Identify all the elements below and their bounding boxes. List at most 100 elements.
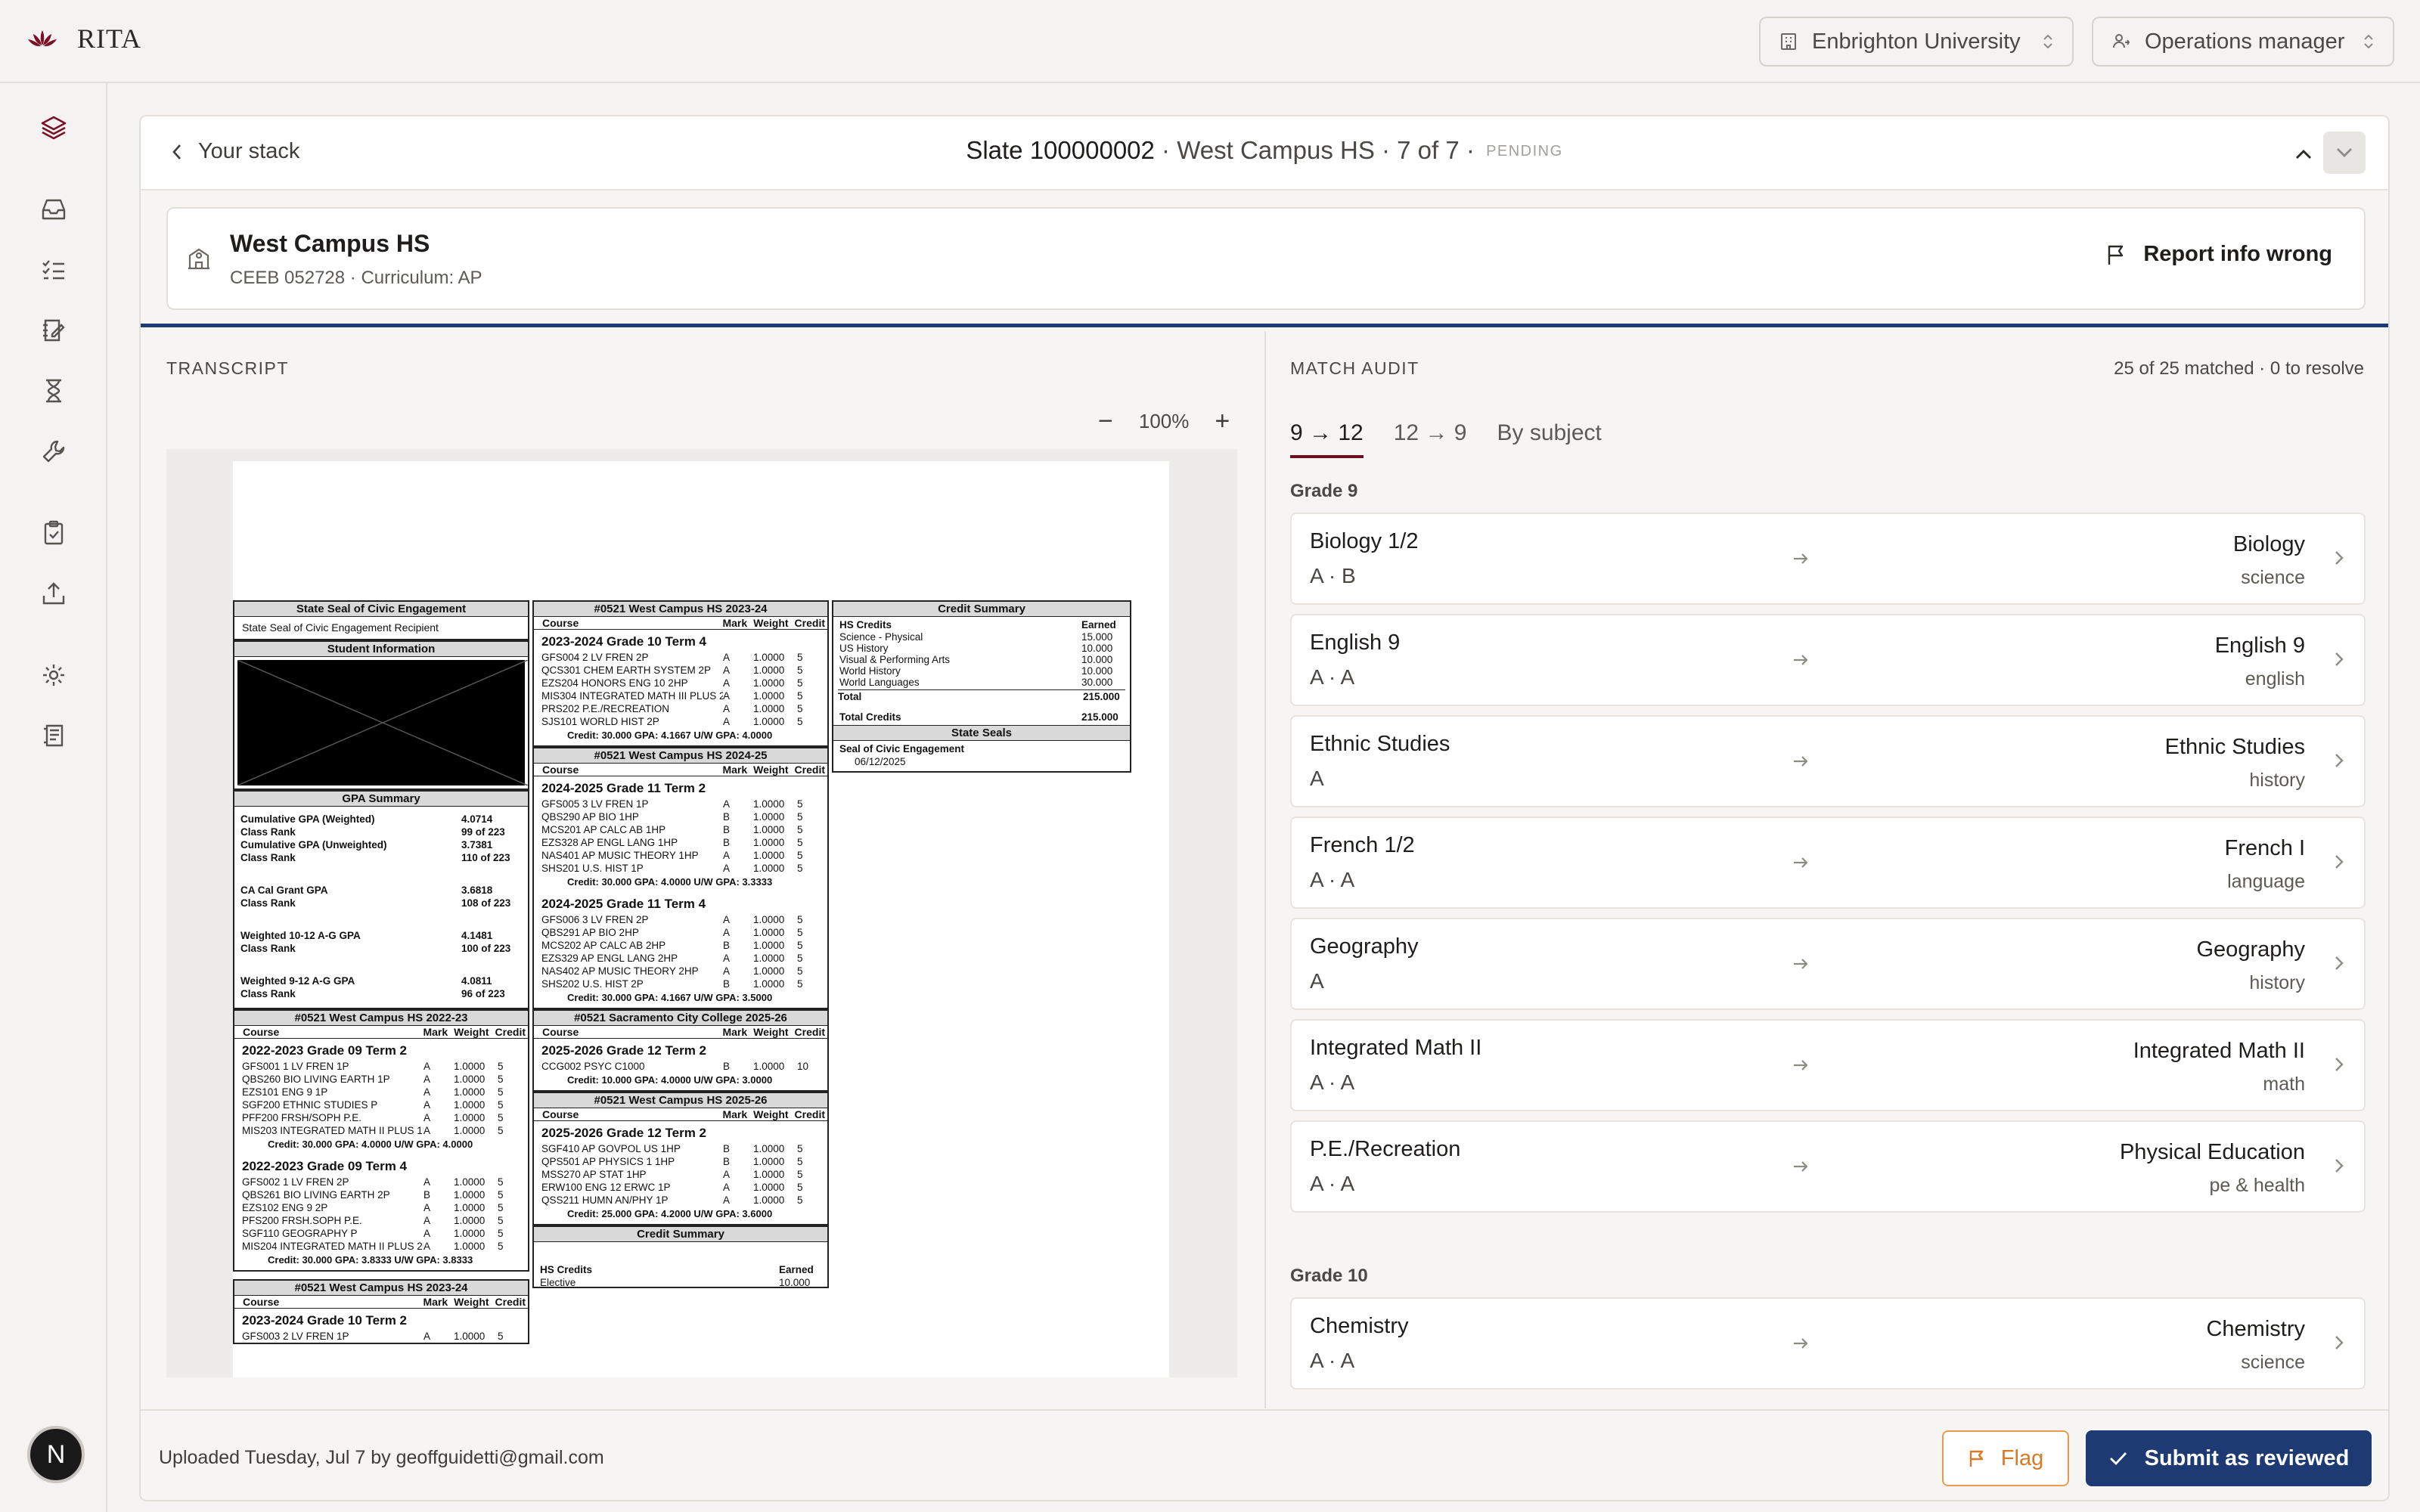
tab-12-to-9[interactable]: 12 → 9	[1394, 420, 1467, 458]
settings-gear-icon[interactable]	[38, 659, 70, 691]
gpa-summary-block: GPA Summary Cumulative GPA (Weighted) 4.0…	[233, 790, 529, 1009]
section-divider	[141, 324, 2388, 327]
transcript-course: English 9	[1310, 631, 1401, 655]
course-credit: 5	[498, 1176, 504, 1188]
submit-as-reviewed-button[interactable]: Submit as reviewed	[2086, 1430, 2372, 1486]
course-mark: B	[723, 940, 731, 951]
term-title: 2022-2023 Grade 09 Term 2	[242, 1043, 407, 1058]
course-row: ERW100 ENG 12 ERWC 1P A 1.0000 5	[534, 1181, 827, 1194]
course-rows: GFS006 3 LV FREN 2P A 1.0000 5 QBS291 AP BIO…	[534, 913, 827, 990]
course-row: SHS202 U.S. HIST 2P B 1.0000 5	[534, 978, 827, 990]
zoom-out-button[interactable]: −	[1098, 407, 1113, 436]
credit-area: World Languages	[839, 677, 920, 688]
course-mark: A	[723, 716, 731, 727]
audit-tabs: 9 → 12 12 → 9 By subject	[1290, 420, 1602, 458]
course-columns-header: Course Mark Weight Credit	[234, 1296, 528, 1309]
earned-label: Earned	[779, 1264, 814, 1275]
checklist-icon[interactable]	[38, 254, 70, 286]
upload-icon[interactable]	[38, 578, 70, 609]
term-block-2025: #0521 West Campus HS 2025-26 Course Mark W…	[532, 1092, 829, 1225]
course-weight: 1.0000	[753, 1194, 785, 1206]
zoom-in-button[interactable]: +	[1215, 407, 1230, 436]
transcript-heading: TRANSCRIPT	[166, 358, 289, 378]
match-row[interactable]: Integrated Math II A · A Integrated Math I…	[1290, 1019, 2366, 1111]
course-credit: 5	[498, 1228, 504, 1239]
course-weight: 1.0000	[753, 978, 785, 990]
course-row: PFF200 FRSH/SOPH P.E. A 1.0000 5	[234, 1111, 528, 1124]
status-badge: PENDING	[1486, 143, 1563, 160]
arrow-right-icon	[1791, 1334, 1810, 1353]
transcript-column-2: #0521 West Campus HS 2023-24 Course Mark W…	[532, 600, 829, 1296]
tab-9-to-12[interactable]: 9 → 12	[1290, 420, 1364, 458]
gpa-label: Weighted 10-12 A-G GPA	[240, 930, 361, 941]
course-credit: 5	[797, 850, 803, 861]
course-name: MSS270 AP STAT 1HP	[541, 1169, 647, 1180]
flag-button[interactable]: Flag	[1942, 1430, 2069, 1486]
gpa-row: Class Rank 108 of 223	[234, 897, 528, 909]
institution-selector[interactable]: Enbrighton University	[1759, 17, 2074, 67]
hs-credits-label: HS Credits	[540, 1264, 593, 1275]
subject-category: science	[2241, 1352, 2305, 1373]
course-weight: 1.0000	[454, 1099, 486, 1111]
slate-review-panel: Your stack Slate 100000002 · West Campus…	[139, 115, 2390, 1501]
school-name: West Campus HS	[230, 230, 430, 257]
credit-summary-block: Credit Summary HS Credits Earned Science …	[832, 600, 1131, 773]
flag-label: Flag	[2000, 1445, 2044, 1470]
tab-by-subject[interactable]: By subject	[1497, 420, 1601, 458]
total-value: 215.000	[1083, 691, 1120, 702]
match-row[interactable]: Biology 1/2 A · B Biology science	[1290, 513, 2366, 605]
match-row[interactable]: English 9 A · A English 9 english	[1290, 614, 2366, 706]
course-name: SJS101 WORLD HIST 2P	[541, 716, 659, 727]
seal-header: State Seal of Civic Engagement	[234, 602, 528, 617]
subject-category: math	[2263, 1074, 2305, 1095]
clipboard-check-icon[interactable]	[38, 517, 70, 549]
gpa-label: Class Rank	[240, 988, 296, 999]
arrow-right-icon	[1791, 1055, 1810, 1075]
course-row: QSS211 HUMN AN/PHY 1P A 1.0000 5	[534, 1194, 827, 1207]
gpa-value: 4.1481	[461, 930, 493, 941]
user-avatar[interactable]: N	[27, 1426, 85, 1483]
course-mark: A	[723, 652, 731, 663]
match-row[interactable]: French 1/2 A · A French I language	[1290, 816, 2366, 909]
course-credit: 5	[797, 1156, 803, 1167]
subject-category: pe & health	[2209, 1175, 2306, 1196]
course-rows: SGF410 AP GOVPOL US 1HP B 1.0000 5 QPS501 AP…	[534, 1142, 827, 1207]
course-row: MCS201 AP CALC AB 1HP B 1.0000 5	[534, 823, 827, 836]
stack-layers-icon[interactable]	[38, 112, 70, 144]
next-slate-button[interactable]	[2323, 132, 2366, 174]
chevron-right-icon	[2334, 650, 2344, 668]
course-row: PRS202 P.E./RECREATION A 1.0000 5	[534, 702, 827, 715]
total-label: Total	[838, 691, 862, 702]
building-icon	[1779, 32, 1798, 51]
match-row[interactable]: Geography A Geography history	[1290, 918, 2366, 1010]
course-columns-header: Course Mark Weight Credit	[234, 1026, 528, 1039]
ledger-book-icon[interactable]	[38, 720, 70, 751]
report-info-wrong-button[interactable]: Report info wrong	[2105, 242, 2332, 267]
term-block-2023: #0521 West Campus HS 2023-24 Course Mark W…	[532, 600, 829, 747]
gpa-value: 96 of 223	[461, 988, 505, 999]
transcript-course: French 1/2	[1310, 833, 1415, 857]
course-row: SGF410 AP GOVPOL US 1HP B 1.0000 5	[534, 1142, 827, 1155]
match-row[interactable]: Ethnic Studies A Ethnic Studies history	[1290, 715, 2366, 807]
course-credit: 5	[797, 914, 803, 925]
course-marks: A	[1310, 767, 1324, 790]
match-row[interactable]: P.E./Recreation A · A Physical Education pe…	[1290, 1120, 2366, 1213]
hourglass-icon[interactable]	[38, 375, 70, 407]
course-row: GFS006 3 LV FREN 2P A 1.0000 5	[534, 913, 827, 926]
course-credit: 5	[498, 1125, 504, 1136]
course-weight: 1.0000	[753, 927, 785, 938]
wrench-icon[interactable]	[38, 435, 70, 467]
previous-slate-button[interactable]	[2287, 138, 2320, 171]
course-mark: A	[723, 953, 731, 964]
match-row[interactable]: Chemistry A · A Chemistry science	[1290, 1297, 2366, 1390]
inbox-icon[interactable]	[38, 194, 70, 225]
notebook-edit-icon[interactable]	[38, 314, 70, 346]
course-name: QSS211 HUMN AN/PHY 1P	[541, 1194, 669, 1206]
role-selector[interactable]: Operations manager	[2092, 17, 2394, 67]
brand[interactable]: RITA	[27, 23, 141, 54]
course-name: SGF410 AP GOVPOL US 1HP	[541, 1143, 681, 1154]
course-weight: 1.0000	[454, 1112, 486, 1123]
transcript-viewer[interactable]: State Seal of Civic Engagement State Sea…	[166, 449, 1237, 1377]
zoom-level: 100%	[1138, 410, 1190, 432]
hs-credits-label: HS Credits	[839, 619, 892, 631]
